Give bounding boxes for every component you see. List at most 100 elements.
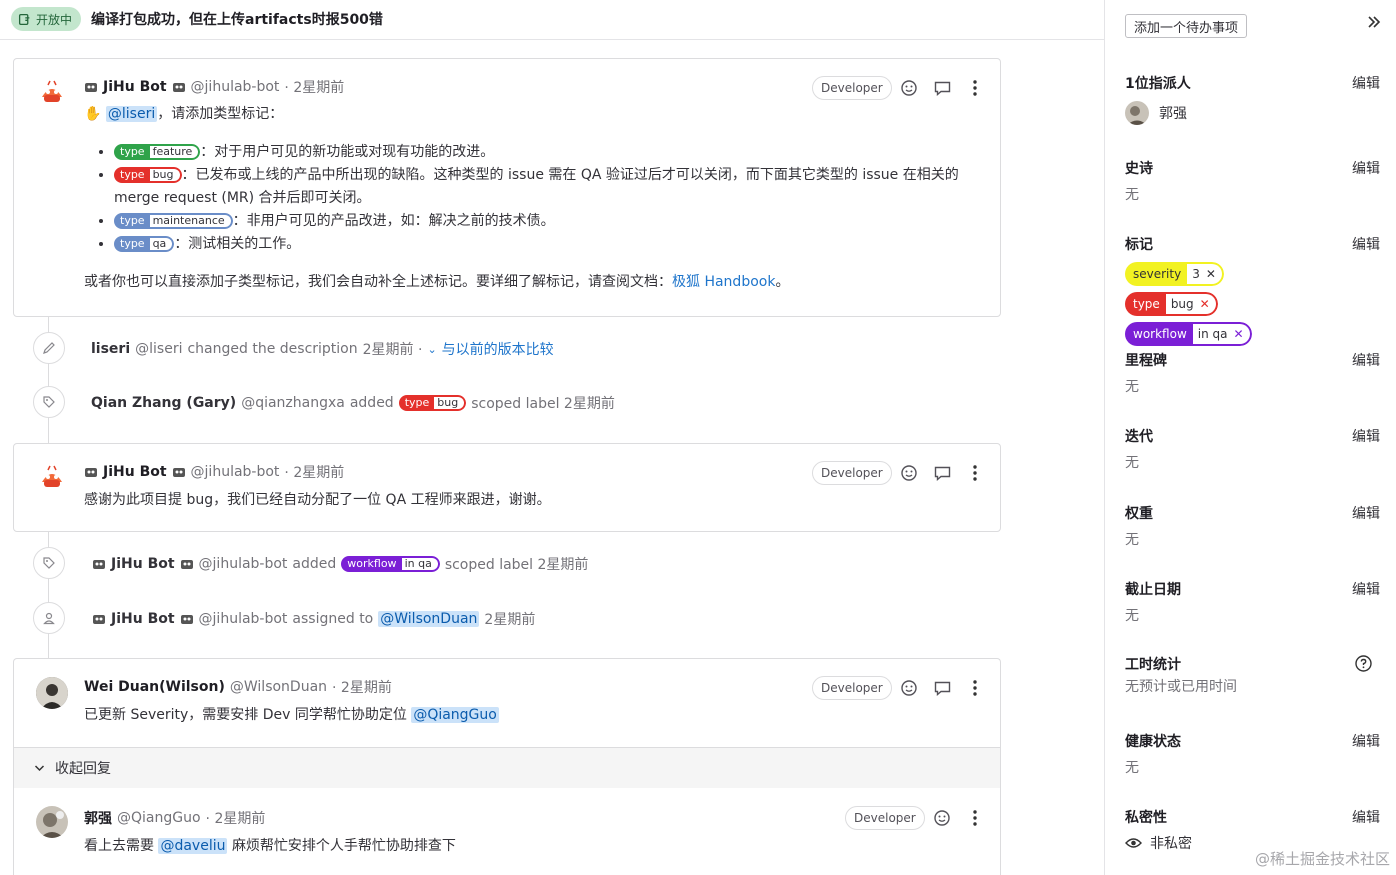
add-reaction-button[interactable]	[898, 462, 920, 484]
bot-emoji-icon	[84, 81, 98, 93]
collapse-sidebar-button[interactable]	[1367, 15, 1381, 33]
edit-labels-button[interactable]: 编辑	[1352, 234, 1380, 254]
note-action: added	[292, 556, 337, 572]
edit-weight-button[interactable]: 编辑	[1352, 503, 1380, 523]
edit-milestone-button[interactable]: 编辑	[1352, 350, 1380, 370]
kebab-icon	[973, 680, 977, 696]
bot-emoji-icon	[172, 81, 186, 93]
author-handle[interactable]: @jihulab-bot	[199, 556, 288, 572]
note-time[interactable]: · 2星期前	[284, 77, 344, 97]
note-time[interactable]: · 2星期前	[284, 462, 344, 482]
more-actions-button[interactable]	[964, 77, 986, 99]
help-button[interactable]	[1355, 655, 1372, 676]
author-handle[interactable]: @jihulab-bot	[191, 464, 280, 480]
user-icon	[33, 602, 65, 634]
iteration-block: 迭代 编辑 无	[1125, 426, 1380, 472]
author-name[interactable]: Qian Zhang (Gary)	[91, 395, 236, 411]
author-handle[interactable]: @jihulab-bot	[191, 79, 280, 95]
role-badge: Developer	[812, 676, 892, 700]
label-value: in qa	[401, 556, 440, 572]
note-body: ✋ @liseri，请添加类型标记： typefeature：对于用户可见的新功…	[84, 103, 984, 294]
user-mention[interactable]: @WilsonDuan	[378, 611, 480, 627]
more-actions-button[interactable]	[964, 807, 986, 829]
edit-assignee-button[interactable]: 编辑	[1352, 73, 1380, 93]
note-suffix: 2星期前	[484, 612, 536, 628]
note-header: Wei Duan(Wilson) @WilsonDuan · 2星期前	[84, 677, 392, 697]
weight-title: 权重	[1125, 506, 1153, 522]
kebab-icon	[973, 810, 977, 826]
edit-confidentiality-button[interactable]: 编辑	[1352, 807, 1380, 827]
assignee-block: 1位指派人 编辑 郭强	[1125, 73, 1380, 125]
handbook-link[interactable]: 极狐 Handbook	[672, 274, 775, 290]
comment-icon	[934, 466, 950, 481]
tag-icon	[33, 547, 65, 579]
label-type[interactable]: type bug ✕	[1125, 292, 1218, 316]
author-name[interactable]: Wei Duan(Wilson)	[84, 679, 225, 695]
add-reaction-button[interactable]	[898, 677, 920, 699]
close-icon[interactable]: ✕	[1234, 324, 1244, 344]
chevron-down-icon[interactable]: ⌄	[427, 343, 436, 356]
scoped-label[interactable]: typefeature	[114, 144, 201, 160]
bot-avatar[interactable]	[36, 77, 68, 109]
add-reaction-button[interactable]	[931, 807, 953, 829]
label-severity[interactable]: severity 3 ✕	[1125, 262, 1224, 286]
labels-block: 标记 编辑 severity 3 ✕ type bug ✕ workflow in qa ✕	[1125, 234, 1380, 352]
note-time[interactable]: 2星期前 ·	[363, 339, 423, 359]
user-avatar[interactable]	[36, 806, 68, 838]
more-actions-button[interactable]	[964, 677, 986, 699]
author-handle[interactable]: @jihulab-bot	[199, 611, 288, 627]
author-name[interactable]: 郭强	[84, 808, 112, 828]
scoped-label[interactable]: typebug	[114, 167, 182, 183]
tag-icon	[33, 386, 65, 418]
label-value: bug	[149, 167, 182, 183]
scoped-label[interactable]: typebug	[398, 395, 467, 411]
edit-epic-button[interactable]: 编辑	[1352, 158, 1380, 178]
author-handle[interactable]: @WilsonDuan	[230, 679, 327, 695]
user-mention[interactable]: @daveliu	[158, 838, 228, 854]
edit-iteration-button[interactable]: 编辑	[1352, 426, 1380, 446]
author-name[interactable]: JiHu Bot	[111, 556, 175, 572]
issue-header: 开放中 编译打包成功，但在上传artifacts时报500错	[0, 0, 1104, 40]
note-card: JiHu Bot @jihulab-bot · 2星期前 Developer 感…	[13, 443, 1001, 532]
author-handle[interactable]: @liseri	[135, 341, 182, 357]
close-icon[interactable]: ✕	[1206, 264, 1216, 284]
compare-link[interactable]: 与以前的版本比较	[442, 339, 554, 359]
more-actions-button[interactable]	[964, 462, 986, 484]
scoped-label[interactable]: typeqa	[114, 236, 175, 252]
item-text: ：非用户可见的产品改进，如：解决之前的技术债。	[232, 213, 555, 229]
edit-due-date-button[interactable]: 编辑	[1352, 579, 1380, 599]
add-reaction-button[interactable]	[898, 77, 920, 99]
assignee-row[interactable]: 郭强	[1125, 101, 1380, 125]
author-name[interactable]: JiHu Bot	[103, 79, 167, 95]
author-handle[interactable]: @QiangGuo	[117, 810, 201, 826]
note-header: JiHu Bot @jihulab-bot · 2星期前	[84, 77, 344, 97]
user-avatar[interactable]	[36, 677, 68, 709]
label-workflow[interactable]: workflow in qa ✕	[1125, 322, 1252, 346]
collapse-replies-button[interactable]: 收起回复	[13, 747, 1001, 789]
note-time[interactable]: · 2星期前	[332, 677, 392, 697]
edit-health-button[interactable]: 编辑	[1352, 731, 1380, 751]
user-mention[interactable]: @QiangGuo	[411, 707, 499, 723]
author-name[interactable]: liseri	[91, 341, 130, 357]
note-time[interactable]: · 2星期前	[206, 808, 266, 828]
scoped-label[interactable]: typemaintenance	[114, 213, 233, 229]
author-name[interactable]: JiHu Bot	[103, 464, 167, 480]
author-name[interactable]: JiHu Bot	[111, 611, 175, 627]
close-icon[interactable]: ✕	[1200, 294, 1210, 314]
reply-button[interactable]	[931, 677, 953, 699]
reply-button[interactable]	[931, 77, 953, 99]
bot-emoji-icon	[180, 558, 194, 570]
kebab-icon	[973, 80, 977, 96]
bot-avatar[interactable]	[36, 462, 68, 494]
author-handle[interactable]: @qianzhangxa	[241, 395, 345, 411]
add-todo-button[interactable]: 添加一个待办事项	[1125, 14, 1248, 38]
label-key: type	[114, 236, 150, 252]
label-key: type	[398, 395, 435, 411]
scoped-label[interactable]: workflow in qa	[341, 556, 440, 572]
user-mention[interactable]: @liseri	[105, 106, 158, 122]
epic-value: 无	[1125, 187, 1139, 203]
question-icon	[1355, 655, 1372, 672]
note-action: assigned to	[292, 611, 374, 627]
reply-button[interactable]	[931, 462, 953, 484]
time-tracking-title: 工时统计	[1125, 657, 1181, 673]
